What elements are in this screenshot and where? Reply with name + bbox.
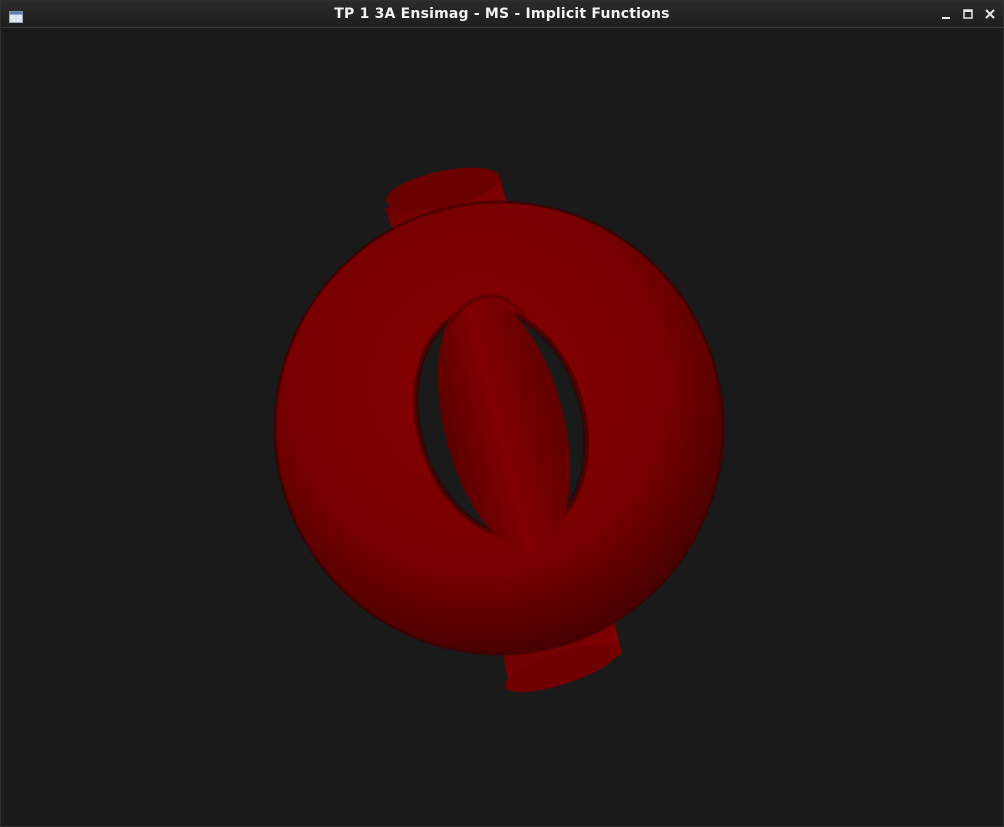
app-window: TP 1 3A Ensimag - MS - Implicit Function… <box>0 0 1004 827</box>
implicit-surface-render <box>273 167 725 692</box>
close-icon[interactable] <box>982 6 998 22</box>
minimize-icon[interactable] <box>938 6 954 22</box>
title-bar[interactable]: TP 1 3A Ensimag - MS - Implicit Function… <box>1 1 1003 28</box>
window-title: TP 1 3A Ensimag - MS - Implicit Function… <box>334 6 670 22</box>
gl-viewport[interactable] <box>2 28 1002 826</box>
maximize-icon[interactable] <box>960 6 976 22</box>
